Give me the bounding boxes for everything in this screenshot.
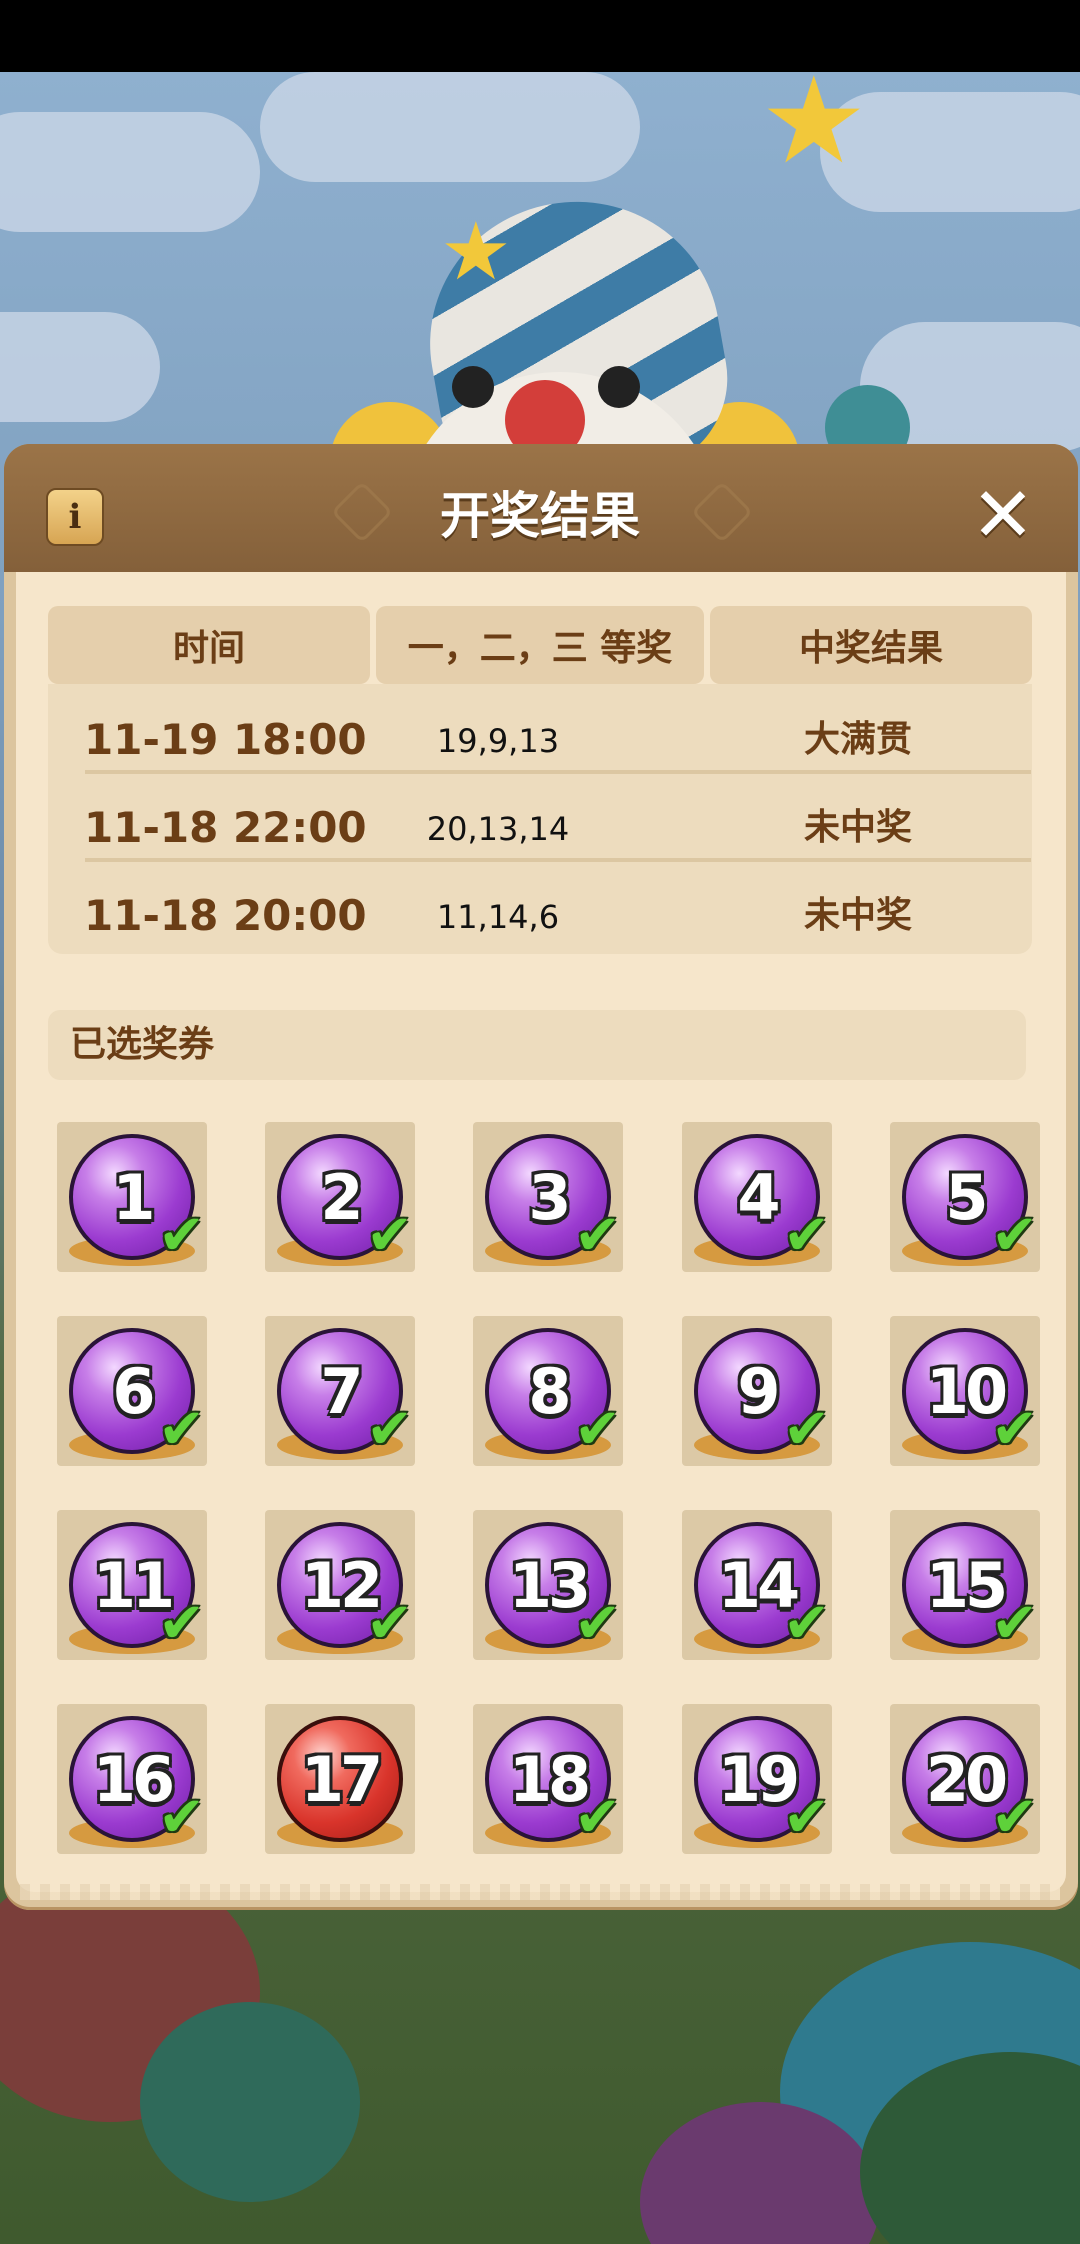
ball-number: 4 xyxy=(737,1160,780,1234)
close-icon: ✕ xyxy=(971,470,1035,559)
row-divider xyxy=(85,858,1031,862)
checkmark-icon: ✔ xyxy=(783,1785,830,1850)
ball-number: 5 xyxy=(945,1160,988,1234)
checkmark-icon: ✔ xyxy=(366,1397,413,1462)
ball-number: 1 xyxy=(112,1160,155,1234)
ball-number: 3 xyxy=(528,1160,571,1234)
checkmark-icon: ✔ xyxy=(991,1785,1038,1850)
checkmark-icon: ✔ xyxy=(574,1785,621,1850)
star-icon: ★ xyxy=(440,205,512,298)
ball-number: 6 xyxy=(112,1354,155,1428)
ball-number: 7 xyxy=(320,1354,363,1428)
status-bar xyxy=(0,0,1080,72)
ticket-tile[interactable]: 4 ✔ xyxy=(682,1122,832,1272)
ticket-tile[interactable]: 12 ✔ xyxy=(265,1510,415,1660)
checkmark-icon: ✔ xyxy=(366,1203,413,1268)
ticket-tile[interactable]: 2 ✔ xyxy=(265,1122,415,1272)
checkmark-icon: ✔ xyxy=(783,1397,830,1462)
pot-decoration xyxy=(140,2002,360,2202)
lottery-ball: 17 xyxy=(277,1716,403,1842)
checkmark-icon: ✔ xyxy=(158,1591,205,1656)
checkmark-icon: ✔ xyxy=(991,1397,1038,1462)
dialog-bottom-border xyxy=(20,1884,1060,1900)
cloud-decoration xyxy=(0,312,160,422)
row-time: 11-18 20:00 xyxy=(84,891,367,940)
ticket-tile[interactable]: 6 ✔ xyxy=(57,1316,207,1466)
ticket-tile[interactable]: 3 ✔ xyxy=(473,1122,623,1272)
checkmark-icon: ✔ xyxy=(366,1591,413,1656)
row-result: 未中奖 xyxy=(803,895,912,936)
row-divider xyxy=(85,770,1031,774)
star-icon: ★ xyxy=(760,72,868,191)
ticket-tile[interactable]: 17 xyxy=(265,1704,415,1854)
ticket-tile[interactable]: 5 ✔ xyxy=(890,1122,1040,1272)
checkmark-icon: ✔ xyxy=(158,1785,205,1850)
ticket-tile[interactable]: 8 ✔ xyxy=(473,1316,623,1466)
column-header-time: 时间 xyxy=(48,606,370,684)
ticket-tile[interactable]: 18 ✔ xyxy=(473,1704,623,1854)
ticket-tile[interactable]: 9 ✔ xyxy=(682,1316,832,1466)
checkmark-icon: ✔ xyxy=(158,1203,205,1268)
ticket-tile[interactable]: 1 ✔ xyxy=(57,1122,207,1272)
dialog-title: 开奖结果 xyxy=(440,487,640,545)
ball-number: 17 xyxy=(300,1742,383,1816)
checkmark-icon: ✔ xyxy=(991,1591,1038,1656)
checkmark-icon: ✔ xyxy=(783,1203,830,1268)
ticket-tile[interactable]: 14 ✔ xyxy=(682,1510,832,1660)
column-header-prize-numbers: 一，二，三 等奖 xyxy=(376,606,704,684)
ticket-tile[interactable]: 11 ✔ xyxy=(57,1510,207,1660)
table-row: 11-18 20:00 11,14,6 未中奖 xyxy=(48,872,1032,960)
selected-tickets-label: 已选奖券 xyxy=(70,1024,215,1065)
checkmark-icon: ✔ xyxy=(158,1397,205,1462)
ticket-tile[interactable]: 7 ✔ xyxy=(265,1316,415,1466)
cloud-decoration xyxy=(260,72,640,182)
checkmark-icon: ✔ xyxy=(574,1591,621,1656)
close-button[interactable]: ✕ xyxy=(968,470,1038,559)
ticket-tile[interactable]: 19 ✔ xyxy=(682,1704,832,1854)
ticket-tile[interactable]: 15 ✔ xyxy=(890,1510,1040,1660)
cloud-decoration xyxy=(0,112,260,232)
ball-number: 8 xyxy=(528,1354,571,1428)
checkmark-icon: ✔ xyxy=(574,1203,621,1268)
column-header-result: 中奖结果 xyxy=(710,606,1032,684)
ticket-tile[interactable]: 10 ✔ xyxy=(890,1316,1040,1466)
ticket-tile[interactable]: 13 ✔ xyxy=(473,1510,623,1660)
checkmark-icon: ✔ xyxy=(574,1397,621,1462)
row-numbers: 11,14,6 xyxy=(436,898,560,936)
clown-eye xyxy=(598,366,640,408)
ball-number: 2 xyxy=(320,1160,363,1234)
checkmark-icon: ✔ xyxy=(991,1203,1038,1268)
clown-eye xyxy=(452,366,494,408)
checkmark-icon: ✔ xyxy=(783,1591,830,1656)
ticket-tile[interactable]: 20 ✔ xyxy=(890,1704,1040,1854)
ticket-tile[interactable]: 16 ✔ xyxy=(57,1704,207,1854)
ball-number: 9 xyxy=(737,1354,780,1428)
